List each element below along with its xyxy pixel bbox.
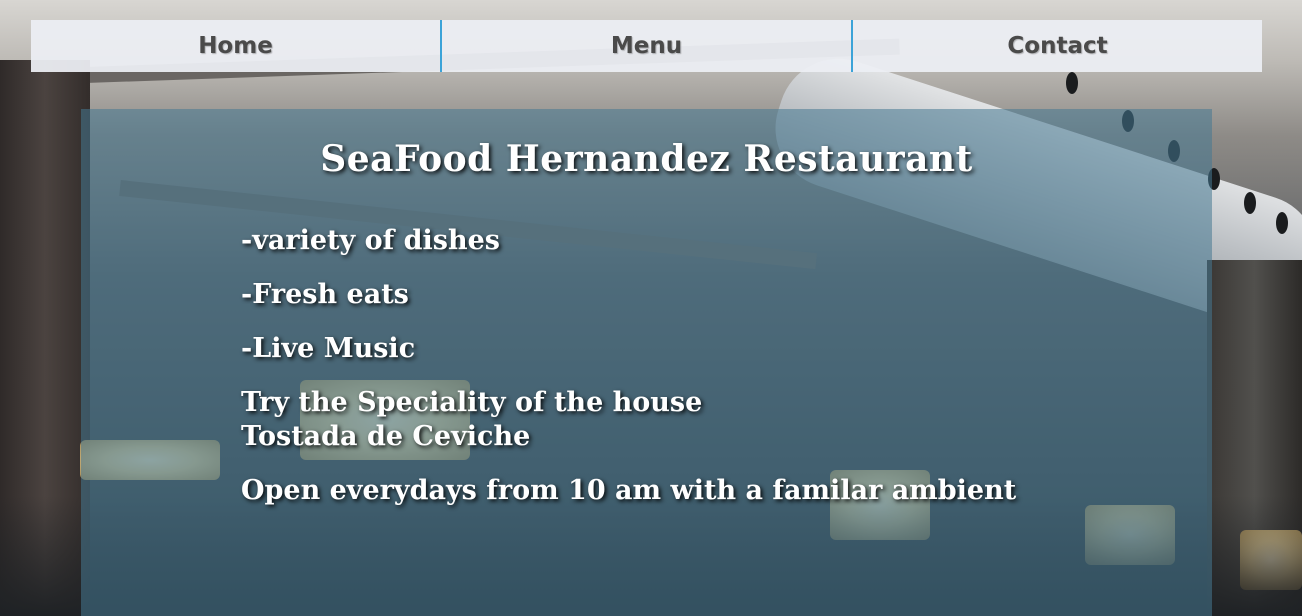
speciality-item: Try the Speciality of the house Tostada … — [241, 386, 1016, 454]
main-nav: Home Menu Contact — [31, 20, 1262, 72]
page-title: SeaFood Hernandez Restaurant — [320, 138, 973, 180]
feature-item: -variety of dishes — [241, 225, 500, 256]
features-list: -variety of dishes -Fresh eats -Live Mus… — [241, 224, 1016, 528]
speciality-text: Try the Speciality of the house — [241, 387, 703, 418]
nav-contact-link[interactable]: Contact — [851, 20, 1262, 72]
duct-vent — [1066, 72, 1078, 94]
speciality-dish: Tostada de Ceviche — [241, 421, 531, 452]
duct-vent — [1244, 192, 1256, 214]
opening-hours: Open everydays from 10 am with a familar… — [241, 475, 1017, 506]
nav-menu-link[interactable]: Menu — [440, 20, 851, 72]
feature-item: -Fresh eats — [241, 279, 409, 310]
hero-panel: SeaFood Hernandez Restaurant -variety of… — [81, 109, 1212, 616]
feature-item: -Live Music — [241, 333, 416, 364]
duct-vent — [1276, 212, 1288, 234]
nav-home-link[interactable]: Home — [31, 20, 440, 72]
